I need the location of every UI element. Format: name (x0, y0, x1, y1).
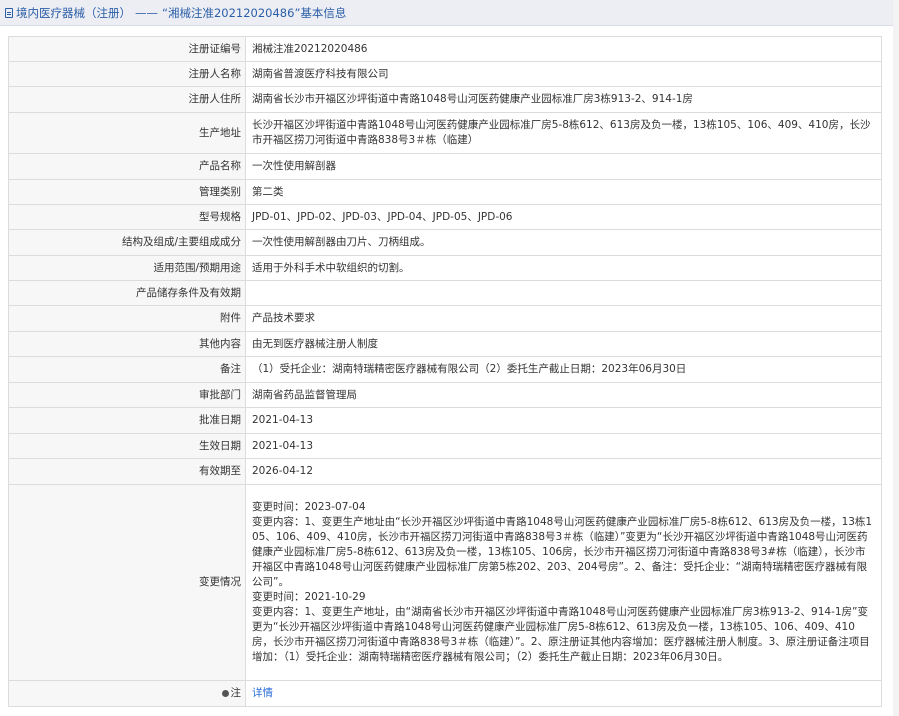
table-row: 生效日期 2021-04-13 (8, 433, 882, 459)
document-icon (5, 7, 13, 18)
table-row: 适用范围/预期用途 适用于外科手术中软组织的切割。 (8, 255, 882, 281)
table-row: 生产地址 长沙开福区沙坪街道中青路1048号山河医药健康产业园标准厂房5-8栋6… (8, 112, 882, 154)
note-value: 详情 (245, 680, 882, 707)
row-value: 2026-04-12 (245, 458, 882, 485)
row-label: 生效日期 (8, 433, 246, 459)
table-row: 结构及组成/主要组成成分 一次性使用解剖器由刀片、刀柄组成。 (8, 229, 882, 256)
table-row: 产品名称 一次性使用解剖器 (8, 153, 882, 180)
table-row: 注册人住所 湖南省长沙市开福区沙坪街道中青路1048号山河医药健康产业园标准厂房… (8, 86, 882, 113)
table-row: 附件 产品技术要求 (8, 305, 882, 332)
row-value: 一次性使用解剖器由刀片、刀柄组成。 (245, 229, 882, 256)
row-label: 批准日期 (8, 407, 246, 434)
row-label: 结构及组成/主要组成成分 (8, 229, 246, 256)
table-row: 批准日期 2021-04-13 (8, 407, 882, 434)
changes-value: 变更时间：2023-07-04 变更内容：1、变更生产地址由“长沙开福区沙坪街道… (245, 484, 882, 681)
row-value (245, 280, 882, 306)
row-value: 长沙开福区沙坪街道中青路1048号山河医药健康产业园标准厂房5-8栋612、61… (245, 112, 882, 154)
page-title: “湘械注准20212020486”基本信息 (162, 5, 347, 20)
row-label: 型号规格 (8, 204, 246, 230)
row-label: 产品储存条件及有效期 (8, 280, 246, 306)
row-label: 生产地址 (8, 112, 246, 154)
table-row-note: 注 详情 (8, 680, 882, 707)
row-value: 2021-04-13 (245, 407, 882, 434)
row-label: 备注 (8, 356, 246, 383)
row-label: 有效期至 (8, 458, 246, 485)
table-row: 注册证编号 湘械注准20212020486 (8, 36, 882, 62)
scrollbar[interactable] (893, 0, 899, 716)
row-label: 管理类别 (8, 179, 246, 205)
row-value: 产品技术要求 (245, 305, 882, 332)
row-label: 适用范围/预期用途 (8, 255, 246, 281)
row-label: 注册人名称 (8, 61, 246, 87)
breadcrumb-category: 境内医疗器械（注册） (16, 5, 131, 20)
row-label: 审批部门 (8, 382, 246, 408)
page-header: 境内医疗器械（注册） —— “湘械注准20212020486”基本信息 (0, 0, 893, 26)
note-label-cell: 注 (8, 680, 246, 707)
row-value: 适用于外科手术中软组织的切割。 (245, 255, 882, 281)
change-content: 变更内容：1、变更生产地址，由“湖南省长沙市开福区沙坪街道中青路1048号山河医… (252, 606, 870, 663)
table-row: 型号规格 JPD-01、JPD-02、JPD-03、JPD-04、JPD-05、… (8, 204, 882, 230)
details-link[interactable]: 详情 (252, 687, 273, 699)
table-row: 备注 （1）受托企业：湖南特瑞精密医疗器械有限公司（2）委托生产截止日期：202… (8, 356, 882, 383)
row-label: 注册人住所 (8, 86, 246, 113)
row-value: 由无到医疗器械注册人制度 (245, 331, 882, 357)
row-value: 2021-04-13 (245, 433, 882, 459)
note-label: 注 (230, 687, 242, 699)
row-value: 第二类 (245, 179, 882, 205)
row-value: 湘械注准20212020486 (245, 36, 882, 62)
row-value: （1）受托企业：湖南特瑞精密医疗器械有限公司（2）委托生产截止日期：2023年0… (245, 356, 882, 383)
row-value: JPD-01、JPD-02、JPD-03、JPD-04、JPD-05、JPD-0… (245, 204, 882, 230)
table-row: 产品储存条件及有效期 (8, 280, 882, 306)
row-label: 其他内容 (8, 331, 246, 357)
breadcrumb-separator: —— (135, 5, 158, 20)
info-icon (221, 689, 229, 697)
detail-table: 注册证编号 湘械注准20212020486 注册人名称 湖南省普渡医疗科技有限公… (8, 36, 882, 707)
row-value: 一次性使用解剖器 (245, 153, 882, 180)
row-value: 湖南省药品监督管理局 (245, 382, 882, 408)
table-row-changes: 变更情况 变更时间：2023-07-04 变更内容：1、变更生产地址由“长沙开福… (8, 484, 882, 681)
row-value: 湖南省长沙市开福区沙坪街道中青路1048号山河医药健康产业园标准厂房3栋913-… (245, 86, 882, 113)
row-label: 附件 (8, 305, 246, 332)
table-row: 有效期至 2026-04-12 (8, 458, 882, 485)
row-label: 注册证编号 (8, 36, 246, 62)
row-label: 产品名称 (8, 153, 246, 180)
row-value: 湖南省普渡医疗科技有限公司 (245, 61, 882, 87)
change-content: 变更内容：1、变更生产地址由“长沙开福区沙坪街道中青路1048号山河医药健康产业… (252, 516, 873, 588)
change-time: 变更时间：2023-07-04 (252, 501, 366, 513)
row-label: 变更情况 (8, 484, 246, 681)
table-row: 审批部门 湖南省药品监督管理局 (8, 382, 882, 408)
table-row: 管理类别 第二类 (8, 179, 882, 205)
table-row: 其他内容 由无到医疗器械注册人制度 (8, 331, 882, 357)
change-time: 变更时间：2021-10-29 (252, 591, 366, 603)
table-row: 注册人名称 湖南省普渡医疗科技有限公司 (8, 61, 882, 87)
